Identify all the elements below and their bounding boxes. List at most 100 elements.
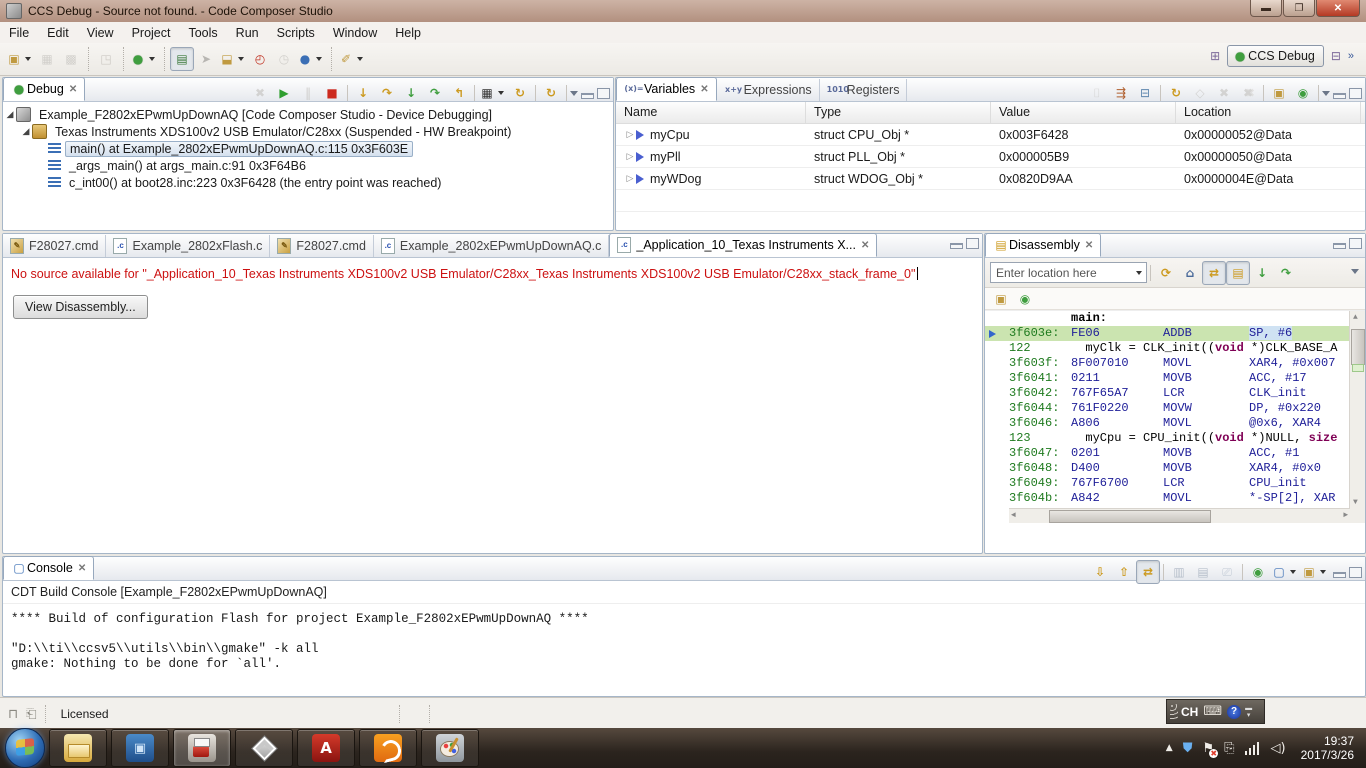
menu-view[interactable]: View (78, 24, 123, 42)
pin-icon[interactable] (1291, 81, 1315, 105)
scrollbar-thumb[interactable] (1351, 329, 1365, 365)
scroll-lock-up-icon[interactable] (1112, 560, 1136, 584)
minimize-panel-icon[interactable] (950, 243, 963, 249)
chip-icon[interactable] (478, 81, 508, 105)
editor-tab[interactable]: ✎ F28027.cmd (3, 235, 107, 257)
chevron-down-icon[interactable] (357, 57, 363, 61)
new-view-icon[interactable] (1300, 560, 1330, 584)
maximize-panel-icon[interactable] (597, 87, 610, 99)
maximize-panel-icon[interactable] (1349, 87, 1362, 99)
tab-console[interactable]: Console ✕ (3, 556, 95, 580)
restore-button[interactable]: ❐ (1283, 0, 1315, 17)
taskbar-app-windows-explorer[interactable] (49, 729, 107, 767)
new-view-icon[interactable] (989, 287, 1013, 311)
collapse-all-icon[interactable] (1133, 81, 1157, 105)
taskbar-app-media-app[interactable]: ▣ (111, 729, 169, 767)
taskbar-app-uc-browser[interactable] (359, 729, 417, 767)
scroll-lock-down-icon[interactable] (1088, 560, 1112, 584)
view-menu-icon[interactable] (1322, 90, 1330, 96)
close-icon[interactable]: ✕ (1085, 240, 1093, 251)
menu-scripts[interactable]: Scripts (268, 24, 324, 42)
refresh-icon[interactable] (539, 81, 563, 105)
location-combo[interactable]: Enter location here (990, 262, 1147, 283)
step-over2-icon[interactable] (423, 81, 447, 105)
table-row[interactable]: ▷ myPll struct PLL_Obj * 0x000005B9 0x000000… (616, 146, 1365, 168)
minimize-panel-icon[interactable] (1333, 572, 1346, 578)
disassembly-line[interactable]: 3f6041: 0211 MOVB ACC, #17 (985, 371, 1365, 386)
scrollbar-thumb[interactable] (1049, 510, 1211, 523)
fast-view-icon[interactable]: ⊓ (8, 706, 18, 722)
column-header-type[interactable]: Type (806, 102, 991, 123)
debug-tree-item[interactable]: c_int00() at boot28.inc:223 0x3F6428 (th… (5, 174, 613, 191)
security-shield-icon[interactable]: ⛊ (1183, 741, 1193, 756)
disassembly-line[interactable]: 3f6044: 761F0220 MOVW DP, #0x220 (985, 401, 1365, 416)
step-return-icon[interactable] (447, 81, 471, 105)
tab-expressions[interactable]: x+y Expressions (717, 79, 820, 101)
disassembly-line[interactable]: 3f6049: 767F6700 LCR CPU_init (985, 476, 1365, 491)
expander-icon[interactable]: ▷ (624, 129, 636, 140)
maximize-panel-icon[interactable] (1349, 237, 1362, 249)
disassembly-line[interactable]: 3f6047: 0201 MOVB ACC, #1 (985, 446, 1365, 461)
action-center-flag-icon[interactable]: ⚑ (1202, 741, 1218, 758)
show-types-icon[interactable] (1085, 81, 1109, 105)
clock-gray-icon[interactable] (272, 47, 296, 71)
table-row[interactable]: ▷ myCpu struct CPU_Obj * 0x003F6428 0x000000… (616, 124, 1365, 146)
connect-probe-icon[interactable] (337, 47, 367, 71)
tab-variables[interactable]: (x)= Variables ✕ (616, 77, 717, 101)
link-active-icon[interactable] (1202, 260, 1226, 285)
close-icon[interactable]: ✕ (69, 84, 77, 95)
chevron-down-icon[interactable] (498, 91, 504, 95)
disassembly-line[interactable]: 3f6048: D400 MOVB XAR4, #0x0 (985, 461, 1365, 476)
step-g2-icon[interactable] (1274, 261, 1298, 285)
disassembly-line[interactable]: main: (985, 311, 1365, 326)
view-menu-icon[interactable] (570, 90, 578, 96)
volume-icon[interactable]: ◁) (1271, 741, 1286, 756)
step-into-icon[interactable] (351, 81, 375, 105)
debug-tree-item[interactable]: main() at Example_2802xEPwmUpDownAQ.c:11… (5, 140, 613, 157)
network-signal-icon[interactable] (1244, 741, 1261, 755)
close-icon[interactable]: ✕ (78, 563, 86, 574)
step-g1-icon[interactable] (1250, 261, 1274, 285)
console-output[interactable]: **** Build of configuration Flash for pr… (3, 604, 1365, 680)
navigate-icon[interactable] (94, 47, 118, 71)
save-icon[interactable] (35, 47, 59, 71)
disassembly-line[interactable]: 3f603f: 8F007010 MOVL XAR4, #0x007 (985, 356, 1365, 371)
view-menu-icon[interactable] (1351, 269, 1359, 274)
language-bar[interactable]: CH ⌨ ? ▬ ▾ (1166, 699, 1265, 724)
close-button[interactable]: ✕ (1316, 0, 1360, 17)
minimize-panel-icon[interactable] (581, 93, 594, 99)
disassembly-listing[interactable]: main: 3f603e: FE06 ADDB SP, #6 122 myClk = CL… (985, 310, 1365, 523)
start-button[interactable] (5, 728, 45, 768)
delete-icon[interactable] (1212, 81, 1236, 105)
taskbar-app-adobe-reader[interactable]: A (297, 729, 355, 767)
pin-icon[interactable] (1013, 287, 1037, 311)
disassembly-line[interactable]: 3f604b: A842 MOVL *-SP[2], XAR (985, 491, 1365, 506)
refresh-dis-icon[interactable] (1154, 261, 1178, 285)
tab-debug[interactable]: Debug ✕ (3, 77, 86, 101)
help-icon[interactable]: ? (1227, 704, 1242, 719)
save-perspective-icon[interactable] (1328, 48, 1344, 64)
close-icon[interactable]: ✕ (861, 240, 869, 251)
step-over-icon[interactable] (375, 81, 399, 105)
tree-mode-icon[interactable] (1109, 81, 1133, 105)
clear-console-icon[interactable] (1215, 560, 1239, 584)
maximize-panel-icon[interactable] (1349, 566, 1362, 578)
chevron-down-icon[interactable] (1290, 570, 1296, 574)
taskbar-clock[interactable]: 19:37 2017/3/26 (1301, 734, 1354, 762)
resume-icon[interactable] (272, 81, 296, 105)
disassembly-line[interactable]: 123 myCpu = CPU_init((void *)NULL, size (985, 431, 1365, 446)
refresh-icon[interactable] (1164, 81, 1188, 105)
debug-bug-icon[interactable] (129, 47, 159, 71)
step-filter-icon[interactable] (194, 47, 218, 71)
open-perspective-icon[interactable] (1207, 48, 1223, 64)
chevron-down-icon[interactable] (316, 57, 322, 61)
menu-window[interactable]: Window (324, 24, 386, 42)
lock-gray-icon[interactable] (1188, 81, 1212, 105)
step-into2-icon[interactable] (399, 81, 423, 105)
expander-icon[interactable]: ▷ (624, 151, 636, 162)
column-header-location[interactable]: Location (1176, 102, 1361, 123)
debug-tree-item[interactable]: ◢ Texas Instruments XDS100v2 USB Emulator… (5, 123, 613, 140)
taskbar-app-cube-app[interactable] (235, 729, 293, 767)
show-hidden-icons-button[interactable]: ▲ (1166, 743, 1173, 753)
debug-tree-item[interactable]: _args_main() at args_main.c:91 0x3F64B6 (5, 157, 613, 174)
